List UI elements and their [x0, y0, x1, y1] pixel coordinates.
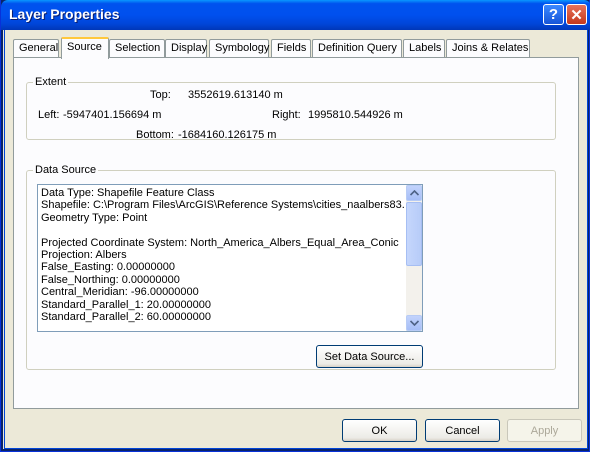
- scroll-up-button[interactable]: [406, 185, 422, 201]
- cancel-button[interactable]: Cancel: [425, 419, 500, 442]
- extent-bottom-label: Bottom:: [136, 129, 174, 141]
- tab-definition-query[interactable]: Definition Query: [312, 39, 402, 58]
- data-source-line: Standard_Parallel_1: 20.00000000: [41, 298, 212, 311]
- close-icon: ✕: [570, 6, 583, 24]
- tab-label: General: [19, 42, 59, 54]
- tab-label: Symbology: [215, 42, 270, 54]
- tab-fields[interactable]: Fields: [271, 39, 311, 58]
- tab-label: Joins & Relates: [452, 42, 529, 54]
- extent-right-label: Right:: [272, 109, 301, 121]
- data-source-text: Data Type: Shapefile Feature Class Shape…: [41, 187, 405, 323]
- extent-left-label: Left:: [38, 109, 60, 121]
- data-source-line: Projection: Albers: [41, 249, 127, 262]
- tab-display[interactable]: Display: [165, 39, 207, 58]
- data-source-line: [41, 224, 405, 236]
- tab-label: Selection: [115, 42, 161, 54]
- extent-group: Extent Top: 3552619.613140 m Left: -5947…: [26, 76, 556, 141]
- title-bar: Layer Properties ? ✕: [1, 0, 590, 30]
- data-source-line: Central_Meridian: -96.00000000: [41, 286, 199, 299]
- data-source-group-label: Data Source: [33, 164, 99, 176]
- tab-label: Fields: [277, 42, 307, 54]
- tab-labels[interactable]: Labels: [403, 39, 445, 58]
- data-source-line: Geometry Type: Point: [41, 211, 148, 224]
- scroll-down-button[interactable]: [406, 315, 422, 331]
- data-source-line: Projected Coordinate System: North_Ameri…: [41, 236, 399, 249]
- data-source-line: False_Easting: 0.00000000: [41, 261, 175, 274]
- extent-top-value: 3552619.613140 m: [188, 89, 283, 101]
- window-title: Layer Properties: [9, 6, 120, 22]
- tab-general[interactable]: General: [13, 39, 59, 58]
- close-button[interactable]: ✕: [566, 4, 587, 25]
- source-tab-panel: Extent Top: 3552619.613140 m Left: -5947…: [13, 57, 579, 409]
- tab-symbology[interactable]: Symbology: [209, 39, 269, 58]
- extent-left-value: -5947401.156694 m: [63, 109, 162, 121]
- apply-button: Apply: [507, 419, 582, 442]
- arrow-down-icon: [409, 320, 419, 326]
- help-icon: ?: [548, 6, 559, 23]
- tab-label: Display: [171, 42, 208, 54]
- extent-group-label: Extent: [33, 76, 69, 88]
- extent-bottom-value: -1684160.126175 m: [178, 129, 277, 141]
- layer-properties-dialog: Layer Properties ? ✕ General Source Sele…: [0, 0, 590, 452]
- data-source-textbox[interactable]: Data Type: Shapefile Feature Class Shape…: [37, 184, 423, 332]
- data-source-line: Standard_Parallel_2: 60.00000000: [41, 311, 212, 324]
- extent-right-value: 1995810.544926 m: [308, 109, 403, 121]
- scroll-thumb[interactable]: [406, 202, 422, 266]
- arrow-up-icon: [409, 190, 419, 196]
- vertical-scrollbar[interactable]: [406, 185, 422, 331]
- tab-joins-relates[interactable]: Joins & Relates: [446, 39, 530, 58]
- help-button[interactable]: ?: [543, 4, 564, 25]
- tab-label: Definition Query: [318, 42, 397, 54]
- tab-label: Source: [67, 41, 102, 53]
- tab-selection[interactable]: Selection: [109, 39, 165, 58]
- set-data-source-button[interactable]: Set Data Source...: [316, 345, 423, 368]
- tab-label: Labels: [409, 42, 442, 54]
- ok-button[interactable]: OK: [342, 419, 417, 442]
- extent-top-label: Top:: [150, 89, 171, 101]
- tab-source[interactable]: Source: [61, 37, 109, 59]
- data-source-line: Data Type: Shapefile Feature Class: [41, 187, 215, 199]
- data-source-line: Shapefile: C:\Program Files\ArcGIS\Refer…: [41, 199, 405, 212]
- data-source-group: Data Source Data Type: Shapefile Feature…: [26, 164, 556, 370]
- data-source-line: False_Northing: 0.00000000: [41, 273, 180, 286]
